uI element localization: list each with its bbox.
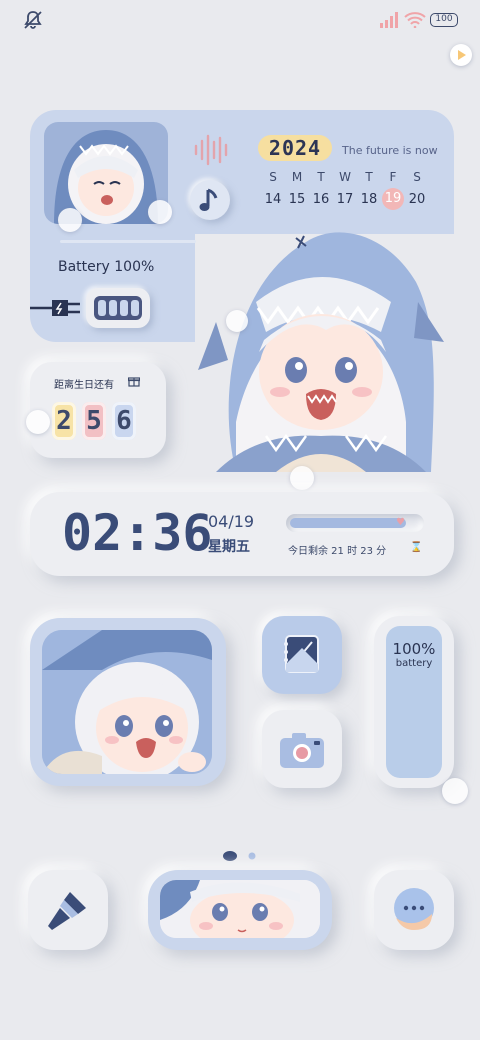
weekday-label: T	[317, 170, 325, 184]
battery-widget-label: battery	[395, 658, 433, 669]
battery-cells	[94, 296, 142, 320]
floating-dot-button[interactable]	[58, 208, 82, 232]
divider	[60, 240, 196, 243]
notes-icon	[284, 635, 319, 673]
page-indicator	[223, 851, 256, 861]
clock-date: 04/19	[208, 512, 255, 531]
calendar-day[interactable]: 18	[358, 192, 380, 207]
floating-heart-button[interactable]	[148, 200, 172, 224]
year-pill: 2024	[258, 135, 332, 161]
chat-bubble-icon	[394, 888, 434, 930]
birthday-title: 距离生日还有	[54, 380, 114, 391]
camera-icon	[280, 733, 324, 768]
day-progress-fill	[290, 518, 406, 528]
weekday-label: M	[291, 170, 303, 184]
character-photo	[42, 630, 212, 774]
mute-icon	[24, 11, 42, 29]
battery-label: Battery 100%	[58, 259, 155, 275]
battery-cell	[98, 300, 106, 316]
gift-icon	[128, 377, 140, 387]
battery-cell	[131, 300, 139, 316]
countdown-digit: 2	[52, 402, 76, 440]
character-illustration	[198, 232, 444, 472]
floating-play-button[interactable]	[450, 44, 472, 66]
clock-weekday: 星期五	[208, 539, 250, 555]
battery-cell	[109, 300, 117, 316]
battery-cell	[120, 300, 128, 316]
weekday-label: S	[413, 170, 421, 184]
battery-indicator: 100	[430, 13, 458, 27]
weekday-label: F	[389, 170, 397, 184]
calendar-day[interactable]: 14	[262, 192, 284, 207]
day-remaining: 今日剩余 21 时 23 分	[288, 546, 387, 557]
dock-photo-frame	[160, 880, 320, 938]
sound-wave-icon	[194, 134, 228, 166]
music-button[interactable]	[190, 180, 230, 220]
calendar-day[interactable]: 15	[286, 192, 308, 207]
wifi-icon	[404, 12, 426, 28]
weekday-label: S	[269, 170, 277, 184]
brush-icon	[48, 892, 86, 930]
tagline: The future is now	[342, 144, 438, 157]
calendar-day[interactable]: 20	[406, 192, 428, 207]
floating-heart-button[interactable]	[442, 778, 468, 804]
weekday-label: T	[365, 170, 373, 184]
weekday-label: W	[339, 170, 351, 184]
clock-time: 02:36	[62, 504, 213, 562]
photo-frame	[42, 630, 212, 774]
status-bar: 100	[0, 0, 480, 40]
character-eyes-art	[160, 880, 320, 938]
calendar-day-today[interactable]: 19	[382, 188, 404, 210]
notes-app-button[interactable]	[262, 616, 342, 694]
themes-app-button[interactable]	[28, 870, 108, 950]
calendar-day[interactable]: 17	[334, 192, 356, 207]
plug-icon	[30, 300, 80, 316]
floating-bell-button[interactable]	[26, 410, 50, 434]
music-note-icon	[199, 188, 218, 211]
camera-app-button[interactable]	[262, 710, 342, 788]
calendar-day[interactable]: 16	[310, 192, 332, 207]
battery-percent: 100%	[392, 640, 436, 658]
hourglass-icon: ⌛	[410, 542, 423, 553]
countdown-digit: 6	[112, 402, 136, 440]
floating-dot-button[interactable]	[226, 310, 248, 332]
floating-drop-button[interactable]	[290, 466, 314, 490]
signal-icon	[380, 12, 398, 28]
countdown-digit: 5	[82, 402, 106, 440]
heart-icon: ♥	[396, 517, 405, 528]
messages-app-button[interactable]	[374, 870, 454, 950]
